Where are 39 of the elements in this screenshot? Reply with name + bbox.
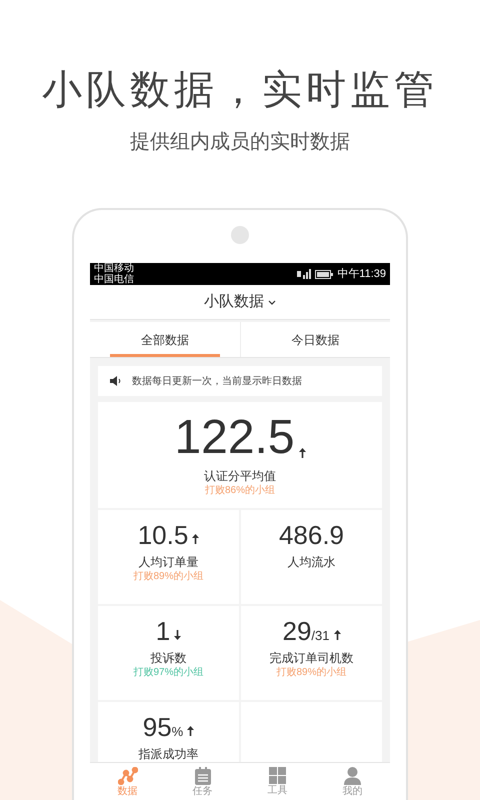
stat-note: 打败89%的小组: [276, 668, 346, 678]
nav-tab[interactable]: 任务: [165, 763, 240, 800]
grid-icon: [269, 767, 286, 784]
subtitle: 提供组内成员的实时数据: [130, 130, 350, 154]
stat-note: 打败97%的小组: [133, 668, 204, 678]
nav-tab[interactable]: 数据: [90, 763, 165, 800]
carrier-name: 中国移动: [94, 263, 134, 274]
line-chart-icon: [118, 766, 138, 784]
tab[interactable]: 今日数据: [240, 322, 390, 357]
notice-text: 数据每日更新一次，当前显示昨日数据: [132, 374, 302, 388]
stat-label: 指派成功率: [138, 748, 198, 760]
stat-unit: /31: [311, 629, 330, 642]
headline: 小队数据，实时监管: [42, 67, 438, 114]
stat-value: 95: [142, 714, 172, 740]
nav-tab[interactable]: 工具: [240, 763, 315, 800]
hero-note: 打败86%的小组: [204, 486, 275, 496]
person-icon: [344, 766, 361, 784]
status-time: 中午11:39: [337, 266, 386, 282]
hero-value: 122.5: [174, 414, 295, 462]
hero-label: 认证分平均值: [204, 470, 276, 482]
stat-label: 人均流水: [288, 556, 336, 568]
signal-icon: [297, 269, 312, 279]
stat-label: 投诉数: [150, 652, 186, 664]
team-data-dropdown[interactable]: 小队数据: [204, 290, 276, 314]
stat-value: 10.5: [138, 522, 188, 548]
battery-icon: [315, 270, 334, 278]
nav-tab[interactable]: 我的: [315, 763, 390, 800]
chevron-down-icon: [268, 300, 276, 304]
carrier-name: 中国电信: [94, 274, 134, 285]
stat-note: 打败89%的小组: [133, 572, 204, 582]
stat-label: 人均订单量: [138, 556, 198, 568]
stat-label: 完成订单司机数: [270, 652, 354, 664]
stat-value: 1: [156, 618, 170, 644]
phone-camera: [231, 226, 249, 244]
stat-value: 486.9: [278, 522, 344, 548]
clipboard-icon: [194, 766, 210, 784]
tab[interactable]: 全部数据: [90, 322, 240, 357]
stat-unit: %: [172, 725, 184, 738]
stat-value: 29: [282, 618, 312, 644]
